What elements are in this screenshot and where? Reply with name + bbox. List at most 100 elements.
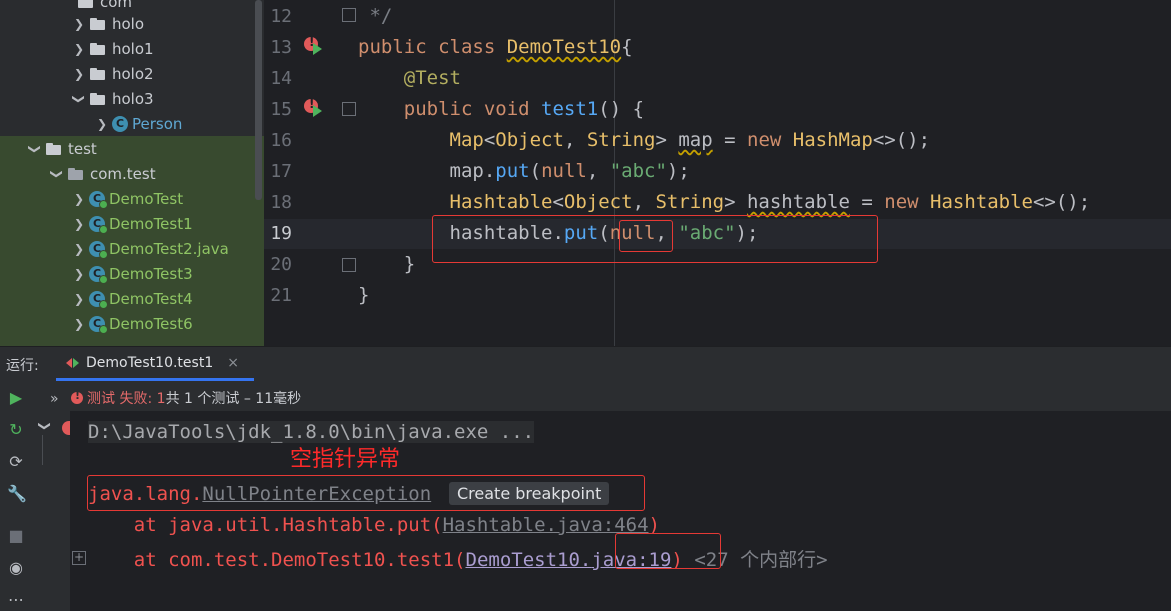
folder-icon <box>46 142 62 155</box>
package-icon <box>90 92 106 105</box>
package-icon <box>90 17 106 30</box>
tree-item-holo1[interactable]: ❯ holo1 <box>70 36 154 61</box>
tree-scrollbar[interactable] <box>255 0 262 200</box>
more-icon[interactable]: ⋯ <box>7 591 25 609</box>
tree-item-demotest3[interactable]: ❯ C DemoTest3 <box>70 261 193 286</box>
code-line: */ <box>358 5 393 27</box>
tree-item-demotest[interactable]: ❯ C DemoTest <box>70 186 183 211</box>
chevron-right-icon[interactable]: ❯ <box>70 42 88 56</box>
chevron-down-icon[interactable]: ❯ <box>50 165 64 183</box>
code-line: @Test <box>403 67 461 89</box>
tree-item-label: holo2 <box>112 64 154 83</box>
camera-icon[interactable]: ◉ <box>7 559 25 577</box>
chevron-down-icon[interactable]: ❯ <box>72 90 86 108</box>
highlight-box-line-ref <box>615 533 721 569</box>
line-number: 16 <box>270 130 292 151</box>
tree-item-test[interactable]: ❯ test <box>26 136 97 161</box>
test-class-icon: C <box>89 265 108 284</box>
tab-label: DemoTest10.test1 <box>86 354 214 371</box>
status-failed-count: 1 <box>156 391 166 407</box>
close-icon[interactable]: × <box>227 355 239 371</box>
chevron-right-icon[interactable]: ❯ <box>70 67 88 81</box>
run-toolwindow-header: 运行: DemoTest10.test1 × <box>0 346 1171 381</box>
failed-icon <box>62 421 70 435</box>
toggle-auto-test-icon[interactable]: ⟳ <box>7 453 25 471</box>
line-number-current: 19 <box>270 223 292 244</box>
settings-wrench-icon[interactable]: 🔧 <box>7 485 27 503</box>
class-icon: C <box>112 115 128 132</box>
tree-item-person[interactable]: ❯ C Person <box>93 111 182 136</box>
line-number: 13 <box>270 37 292 58</box>
fold-icon[interactable] <box>342 8 356 22</box>
tree-item-label: DemoTest1 <box>109 214 193 233</box>
code-line: } <box>358 284 370 306</box>
tree-item-label: test <box>68 139 97 158</box>
package-icon <box>90 42 106 55</box>
line-number: 14 <box>270 68 292 89</box>
tree-item-com-test[interactable]: ❯ com.test <box>48 161 156 186</box>
highlight-box-exception <box>87 475 645 511</box>
tree-item-demotest2[interactable]: ❯ C DemoTest2.java <box>70 236 229 261</box>
status-summary: 共 1 个测试 – 11毫秒 <box>165 391 302 407</box>
tree-item-holo[interactable]: ❯ holo <box>70 11 144 36</box>
chevron-right-icon[interactable]: ❯ <box>70 317 88 331</box>
tree-item-label: DemoTest2.java <box>109 239 229 258</box>
tree-item-label: holo1 <box>112 39 154 58</box>
frame-link[interactable]: DemoTest10. <box>466 549 592 571</box>
frame-text: at java.util.Hashtable.put( <box>88 514 443 536</box>
tree-guide <box>42 435 43 465</box>
package-icon <box>78 0 94 8</box>
test-class-icon: C <box>89 215 108 234</box>
run-test-failed-icon[interactable] <box>304 35 326 55</box>
tree-item-label: DemoTest <box>109 189 184 208</box>
test-class-icon: C <box>89 240 108 259</box>
chevron-right-icon[interactable]: ❯ <box>93 117 111 131</box>
stop-icon[interactable]: ■ <box>7 527 25 545</box>
chevron-down-icon[interactable]: ❯ <box>38 421 52 431</box>
code-line: Hashtable<Object, String> hashtable = ne… <box>449 191 1091 213</box>
test-status-text: » 测试 失败: 1共 1 个测试 – 11毫秒 <box>50 388 301 408</box>
code-line: map.put(null, "abc"); <box>358 160 690 182</box>
code-line: } <box>358 253 416 275</box>
test-class-icon: C <box>89 290 108 309</box>
tree-item-label: DemoTest6 <box>109 314 193 333</box>
tree-item-label: holo3 <box>112 89 154 108</box>
fold-icon[interactable] <box>342 258 356 272</box>
chevron-right-icon[interactable]: ❯ <box>70 242 88 256</box>
run-test-failed-icon[interactable] <box>304 97 326 117</box>
chevron-right-icon[interactable]: ❯ <box>70 192 88 206</box>
tree-item-demotest6[interactable]: ❯ C DemoTest6 <box>70 311 193 336</box>
test-class-icon: C <box>89 190 108 209</box>
run-toolbar: ▶ ↻ ⟳ 🔧 ■ ◉ ⋯ <box>0 381 32 611</box>
rerun-failed-icon[interactable]: ↻ <box>7 421 25 439</box>
test-config-icon <box>66 356 80 370</box>
fold-icon[interactable] <box>342 102 356 116</box>
code-line: public void test1() { <box>403 98 645 120</box>
tree-item-holo2[interactable]: ❯ holo2 <box>70 61 154 86</box>
code-line: public class DemoTest10{ <box>358 36 633 58</box>
tree-item-label: DemoTest3 <box>109 264 193 283</box>
tree-item-label: Person <box>132 114 183 133</box>
chevron-right-icon[interactable]: ❯ <box>70 17 88 31</box>
line-number: 12 <box>270 6 292 27</box>
tree-item-holo3[interactable]: ❯ holo3 <box>70 86 154 111</box>
stack-frame-1: at java.util.Hashtable.put(Hashtable.jav… <box>88 514 660 536</box>
chevron-right-icon[interactable]: ❯ <box>70 267 88 281</box>
chevron-right-icon[interactable]: ❯ <box>70 292 88 306</box>
frame-text: at com.test.DemoTest10.test1( <box>88 549 466 571</box>
chevron-right-icon[interactable]: ❯ <box>70 217 88 231</box>
rerun-icon[interactable]: ▶ <box>7 389 25 407</box>
expand-chevrons[interactable]: » <box>50 391 59 407</box>
line-number: 17 <box>270 161 292 182</box>
console-output[interactable]: ❯ D:\JavaTools\jdk_1.8.0\bin\java.exe ..… <box>32 411 1171 611</box>
expand-plus-icon[interactable]: + <box>72 551 86 565</box>
tree-item-demotest1[interactable]: ❯ C DemoTest1 <box>70 211 193 236</box>
tab-run-config[interactable]: DemoTest10.test1 × <box>56 347 254 381</box>
tree-item-label: DemoTest4 <box>109 289 193 308</box>
tree-item-demotest4[interactable]: ❯ C DemoTest4 <box>70 286 193 311</box>
test-results-tree: ❯ <box>32 411 70 611</box>
tree-item-label: holo <box>112 14 145 33</box>
code-editor[interactable]: 12 13 14 15 16 17 18 19 20 21 */ public … <box>264 0 1171 346</box>
code-line: Map<Object, String> map = new HashMap<>(… <box>449 129 931 151</box>
chevron-down-icon[interactable]: ❯ <box>28 140 42 158</box>
